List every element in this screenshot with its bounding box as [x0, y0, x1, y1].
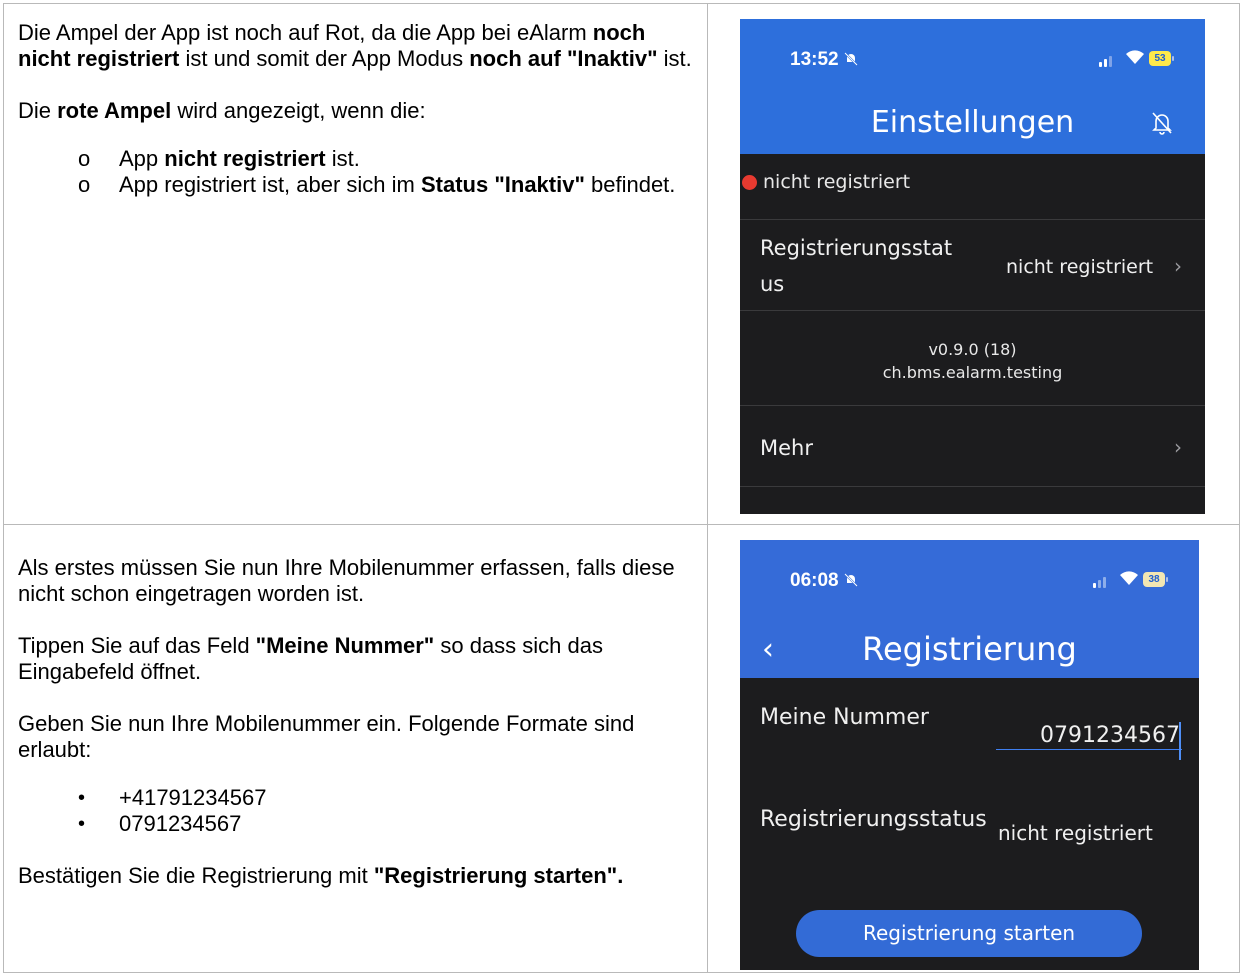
registration-status-label[interactable]: Registrierungsstatus — [760, 230, 960, 302]
paragraph: Die rote Ampel wird angezeigt, wenn die: — [18, 98, 698, 124]
more-item-label[interactable]: Mehr — [760, 430, 813, 466]
wifi-icon — [1125, 49, 1145, 69]
paragraph: Als erstes müssen Sie nun Ihre Mobilenum… — [18, 555, 675, 606]
format-example: +41791234567 — [119, 785, 267, 810]
divider — [740, 405, 1205, 406]
signal-icon — [1109, 56, 1112, 67]
list-item: • +41791234567 — [18, 785, 698, 811]
paragraph: Bestätigen Sie die Registrierung mit "Re… — [18, 863, 698, 889]
mute-icon — [844, 573, 858, 587]
bold-run: "Meine Nummer" — [255, 633, 435, 658]
battery-icon: 53 — [1149, 51, 1171, 66]
condition-list: o App nicht registriert ist. o App registr… — [18, 146, 698, 198]
signal-icon — [1093, 583, 1096, 588]
paragraph: Geben Sie nun Ihre Mobilenummer ein. Fol… — [18, 711, 635, 762]
battery-icon: 38 — [1143, 572, 1165, 587]
registration-indicator: nicht registriert — [742, 171, 910, 193]
bold-run: "Registrierung starten". — [373, 863, 624, 888]
bullet-marker: • — [78, 787, 86, 809]
bold-run: rote Ampel — [57, 98, 172, 123]
format-example: 0791234567 — [119, 811, 242, 836]
registration-status-label: Registrierungsstatus — [760, 807, 987, 832]
app-header: 06:08 38 ‹ Registrierung — [740, 540, 1199, 678]
registration-screenshot: 06:08 38 ‹ Registrierung Meine Nummer Re… — [740, 540, 1199, 970]
signal-icon — [1104, 59, 1107, 67]
list-item: o App nicht registriert ist. — [18, 146, 698, 172]
paragraph: Die Ampel der App ist noch auf Rot, da d… — [18, 20, 698, 72]
status-time: 06:08 — [790, 570, 858, 592]
bullet-marker: • — [78, 813, 86, 835]
text-cursor — [1179, 722, 1181, 760]
signal-icon — [1098, 580, 1101, 588]
start-registration-button[interactable]: Registrierung starten — [796, 910, 1142, 957]
registration-status-value: nicht registriert — [998, 821, 1153, 845]
chevron-right-icon[interactable]: › — [1174, 435, 1182, 459]
list-marker: o — [78, 146, 91, 171]
bell-off-icon[interactable] — [1151, 111, 1173, 135]
list-item: o App registriert ist, aber sich im Statu… — [18, 172, 698, 198]
text-run: ist. — [657, 46, 692, 71]
list-item: • 0791234567 — [18, 811, 698, 837]
red-status-dot — [742, 174, 757, 190]
status-time: 13:52 — [790, 49, 858, 71]
divider — [740, 486, 1205, 487]
mute-icon — [844, 52, 858, 66]
divider — [740, 310, 1205, 311]
text-run: ist und somit der App Modus — [179, 46, 470, 71]
text-run: wird angezeigt, wenn die: — [171, 98, 426, 123]
format-list: • +41791234567 • 0791234567 — [18, 785, 698, 837]
text-run: ist. — [325, 146, 360, 171]
my-number-label: Meine Nummer — [760, 705, 929, 730]
divider — [740, 219, 1205, 220]
text-run: Die Ampel der App ist noch auf Rot, da d… — [18, 20, 593, 45]
battery-tip — [1166, 577, 1168, 582]
text-run: befindet. — [584, 172, 676, 197]
wifi-icon — [1119, 570, 1139, 590]
app-bundle-id: ch.bms.ealarm.testing — [882, 363, 1063, 382]
status-icons: 38 — [1091, 570, 1171, 590]
bold-run: nicht registriert — [164, 146, 326, 171]
bold-run: noch auf "Inaktiv" — [469, 46, 658, 71]
text-run: Tippen Sie auf das Feld — [18, 633, 256, 658]
screen-title: Einstellungen — [870, 105, 1075, 140]
instruction-text-cell: Als erstes müssen Sie nun Ihre Mobilenum… — [18, 555, 698, 915]
text-run: Die — [18, 98, 58, 123]
my-number-input[interactable] — [996, 722, 1182, 750]
chevron-right-icon[interactable]: › — [1174, 254, 1182, 278]
signal-icon — [1103, 577, 1106, 588]
registration-status-value[interactable]: nicht registriert — [1006, 256, 1153, 278]
app-header: 13:52 53 Einstellungen — [740, 19, 1205, 154]
settings-screenshot: 13:52 53 Einstellungen nicht registriert… — [740, 19, 1205, 514]
text-run: App — [119, 146, 165, 171]
paragraph: Tippen Sie auf das Feld "Meine Nummer" s… — [18, 633, 698, 685]
text-run: App registriert ist, aber sich im — [119, 172, 421, 197]
status-icons: 53 — [1097, 49, 1177, 69]
text-run: Bestätigen Sie die Registrierung mit — [18, 863, 374, 888]
instruction-text-cell: Die Ampel der App ist noch auf Rot, da d… — [18, 20, 698, 224]
signal-icon — [1099, 62, 1102, 67]
bold-run: Status "Inaktiv" — [420, 172, 585, 197]
battery-tip — [1172, 56, 1174, 61]
list-marker: o — [78, 172, 91, 197]
app-version: v0.9.0 (18) — [928, 340, 1017, 359]
status-text: nicht registriert — [763, 171, 911, 193]
screen-title: Registrierung — [862, 630, 1077, 668]
